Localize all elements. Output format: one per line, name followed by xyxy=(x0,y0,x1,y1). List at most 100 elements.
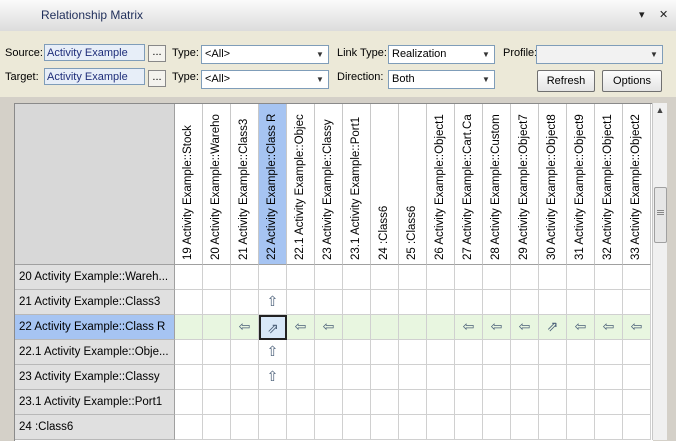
row-header[interactable]: 21 Activity Example::Class3 xyxy=(15,290,175,315)
matrix-cell[interactable] xyxy=(511,290,539,315)
matrix-cell[interactable] xyxy=(175,365,203,390)
scroll-up-icon[interactable]: ▲ xyxy=(653,105,667,119)
matrix-cell[interactable] xyxy=(427,290,455,315)
matrix-cell[interactable] xyxy=(455,290,483,315)
matrix-cell[interactable] xyxy=(287,265,315,290)
matrix-cell[interactable] xyxy=(511,365,539,390)
matrix-cell[interactable] xyxy=(623,265,651,290)
matrix-cell[interactable] xyxy=(231,340,259,365)
matrix-cell[interactable] xyxy=(511,390,539,415)
matrix-cell[interactable] xyxy=(315,290,343,315)
matrix-cell[interactable] xyxy=(427,415,455,440)
matrix-cell[interactable] xyxy=(231,390,259,415)
profile-select[interactable]: ▼ xyxy=(536,45,663,64)
column-header[interactable]: 21 Activity Example::Class3 xyxy=(231,104,259,265)
link-type-select[interactable]: Realization ▼ xyxy=(388,45,495,64)
source-browse-button[interactable]: ... xyxy=(148,45,166,62)
row-header[interactable]: 24 :Class6 xyxy=(15,415,175,440)
matrix-cell[interactable] xyxy=(539,290,567,315)
matrix-cell[interactable] xyxy=(175,340,203,365)
matrix-cell[interactable] xyxy=(595,415,623,440)
matrix-cell[interactable] xyxy=(343,415,371,440)
matrix-cell[interactable] xyxy=(203,415,231,440)
options-button[interactable]: Options xyxy=(602,70,662,92)
matrix-cell[interactable] xyxy=(455,340,483,365)
matrix-cell[interactable] xyxy=(623,390,651,415)
column-header[interactable]: 33 Activity Example::Object2 xyxy=(623,104,651,265)
column-header[interactable]: 30 Activity Example::Object8 xyxy=(539,104,567,265)
matrix-cell[interactable] xyxy=(175,390,203,415)
matrix-cell[interactable] xyxy=(399,365,427,390)
matrix-cell[interactable] xyxy=(231,415,259,440)
matrix-cell[interactable] xyxy=(539,340,567,365)
matrix-cell[interactable] xyxy=(567,265,595,290)
matrix-cell[interactable] xyxy=(399,390,427,415)
matrix-cell[interactable] xyxy=(371,340,399,365)
column-header[interactable]: 22.1 Activity Example::Objec xyxy=(287,104,315,265)
matrix-cell[interactable] xyxy=(259,415,287,440)
column-header[interactable]: 27 Activity Example::Cart.Ca xyxy=(455,104,483,265)
target-type-select[interactable]: <All> ▼ xyxy=(201,70,329,89)
matrix-cell[interactable] xyxy=(595,290,623,315)
matrix-cell[interactable] xyxy=(371,390,399,415)
matrix-cell[interactable] xyxy=(567,365,595,390)
matrix-cell[interactable] xyxy=(203,390,231,415)
matrix-cell[interactable] xyxy=(483,290,511,315)
matrix-cell[interactable] xyxy=(287,340,315,365)
matrix-cell[interactable] xyxy=(483,365,511,390)
row-header[interactable]: 22.1 Activity Example::Obje... xyxy=(15,340,175,365)
matrix-cell[interactable] xyxy=(315,390,343,415)
matrix-cell[interactable] xyxy=(399,340,427,365)
matrix-cell[interactable] xyxy=(399,415,427,440)
matrix-cell[interactable] xyxy=(259,265,287,290)
relationship-left-arrow-icon[interactable]: ⇦ xyxy=(315,315,343,340)
relationship-left-arrow-icon[interactable]: ⇦ xyxy=(511,315,539,340)
matrix-cell[interactable] xyxy=(455,265,483,290)
matrix-cell[interactable] xyxy=(399,265,427,290)
relationship-left-arrow-icon[interactable]: ⇦ xyxy=(567,315,595,340)
matrix-cell[interactable] xyxy=(539,390,567,415)
matrix-cell[interactable] xyxy=(427,365,455,390)
row-header[interactable]: 22 Activity Example::Class R xyxy=(15,315,175,340)
column-header[interactable]: 19 Activity Example::Stock xyxy=(175,104,203,265)
matrix-cell[interactable] xyxy=(567,415,595,440)
matrix-cell[interactable] xyxy=(455,390,483,415)
refresh-button[interactable]: Refresh xyxy=(537,70,595,92)
matrix-cell[interactable] xyxy=(231,290,259,315)
matrix-cell[interactable] xyxy=(623,365,651,390)
matrix-cell[interactable] xyxy=(175,290,203,315)
row-header[interactable]: 23.1 Activity Example::Port1 xyxy=(15,390,175,415)
matrix-cell[interactable] xyxy=(287,415,315,440)
matrix-cell[interactable] xyxy=(595,265,623,290)
matrix-cell[interactable] xyxy=(455,365,483,390)
matrix-cell[interactable] xyxy=(371,415,399,440)
matrix-cell[interactable] xyxy=(203,290,231,315)
matrix-cell[interactable] xyxy=(315,365,343,390)
matrix-cell[interactable] xyxy=(371,315,399,340)
matrix-cell[interactable] xyxy=(315,265,343,290)
matrix-cell[interactable] xyxy=(623,290,651,315)
relationship-both-arrow-icon[interactable]: ⇗ xyxy=(539,315,567,340)
matrix-cell[interactable] xyxy=(203,365,231,390)
relationship-up-arrow-icon[interactable]: ⇧ xyxy=(259,365,287,390)
matrix-cell[interactable] xyxy=(315,340,343,365)
matrix-cell[interactable] xyxy=(567,390,595,415)
column-header[interactable]: 25 :Class6 xyxy=(399,104,427,265)
matrix-cell[interactable] xyxy=(343,315,371,340)
column-header[interactable]: 24 :Class6 xyxy=(371,104,399,265)
matrix-cell[interactable] xyxy=(427,340,455,365)
matrix-cell[interactable] xyxy=(595,365,623,390)
matrix-cell[interactable] xyxy=(483,415,511,440)
matrix-cell[interactable] xyxy=(595,340,623,365)
matrix-cell[interactable] xyxy=(343,340,371,365)
matrix-cell[interactable] xyxy=(539,365,567,390)
column-header[interactable]: 32 Activity Example::Object1 xyxy=(595,104,623,265)
relationship-left-arrow-icon[interactable]: ⇦ xyxy=(287,315,315,340)
direction-select[interactable]: Both ▼ xyxy=(388,70,495,89)
relationship-up-arrow-icon[interactable]: ⇧ xyxy=(259,340,287,365)
matrix-cell[interactable] xyxy=(399,315,427,340)
matrix-cell[interactable] xyxy=(595,390,623,415)
matrix-cell[interactable] xyxy=(343,290,371,315)
matrix-cell[interactable] xyxy=(259,390,287,415)
matrix-cell[interactable] xyxy=(343,265,371,290)
